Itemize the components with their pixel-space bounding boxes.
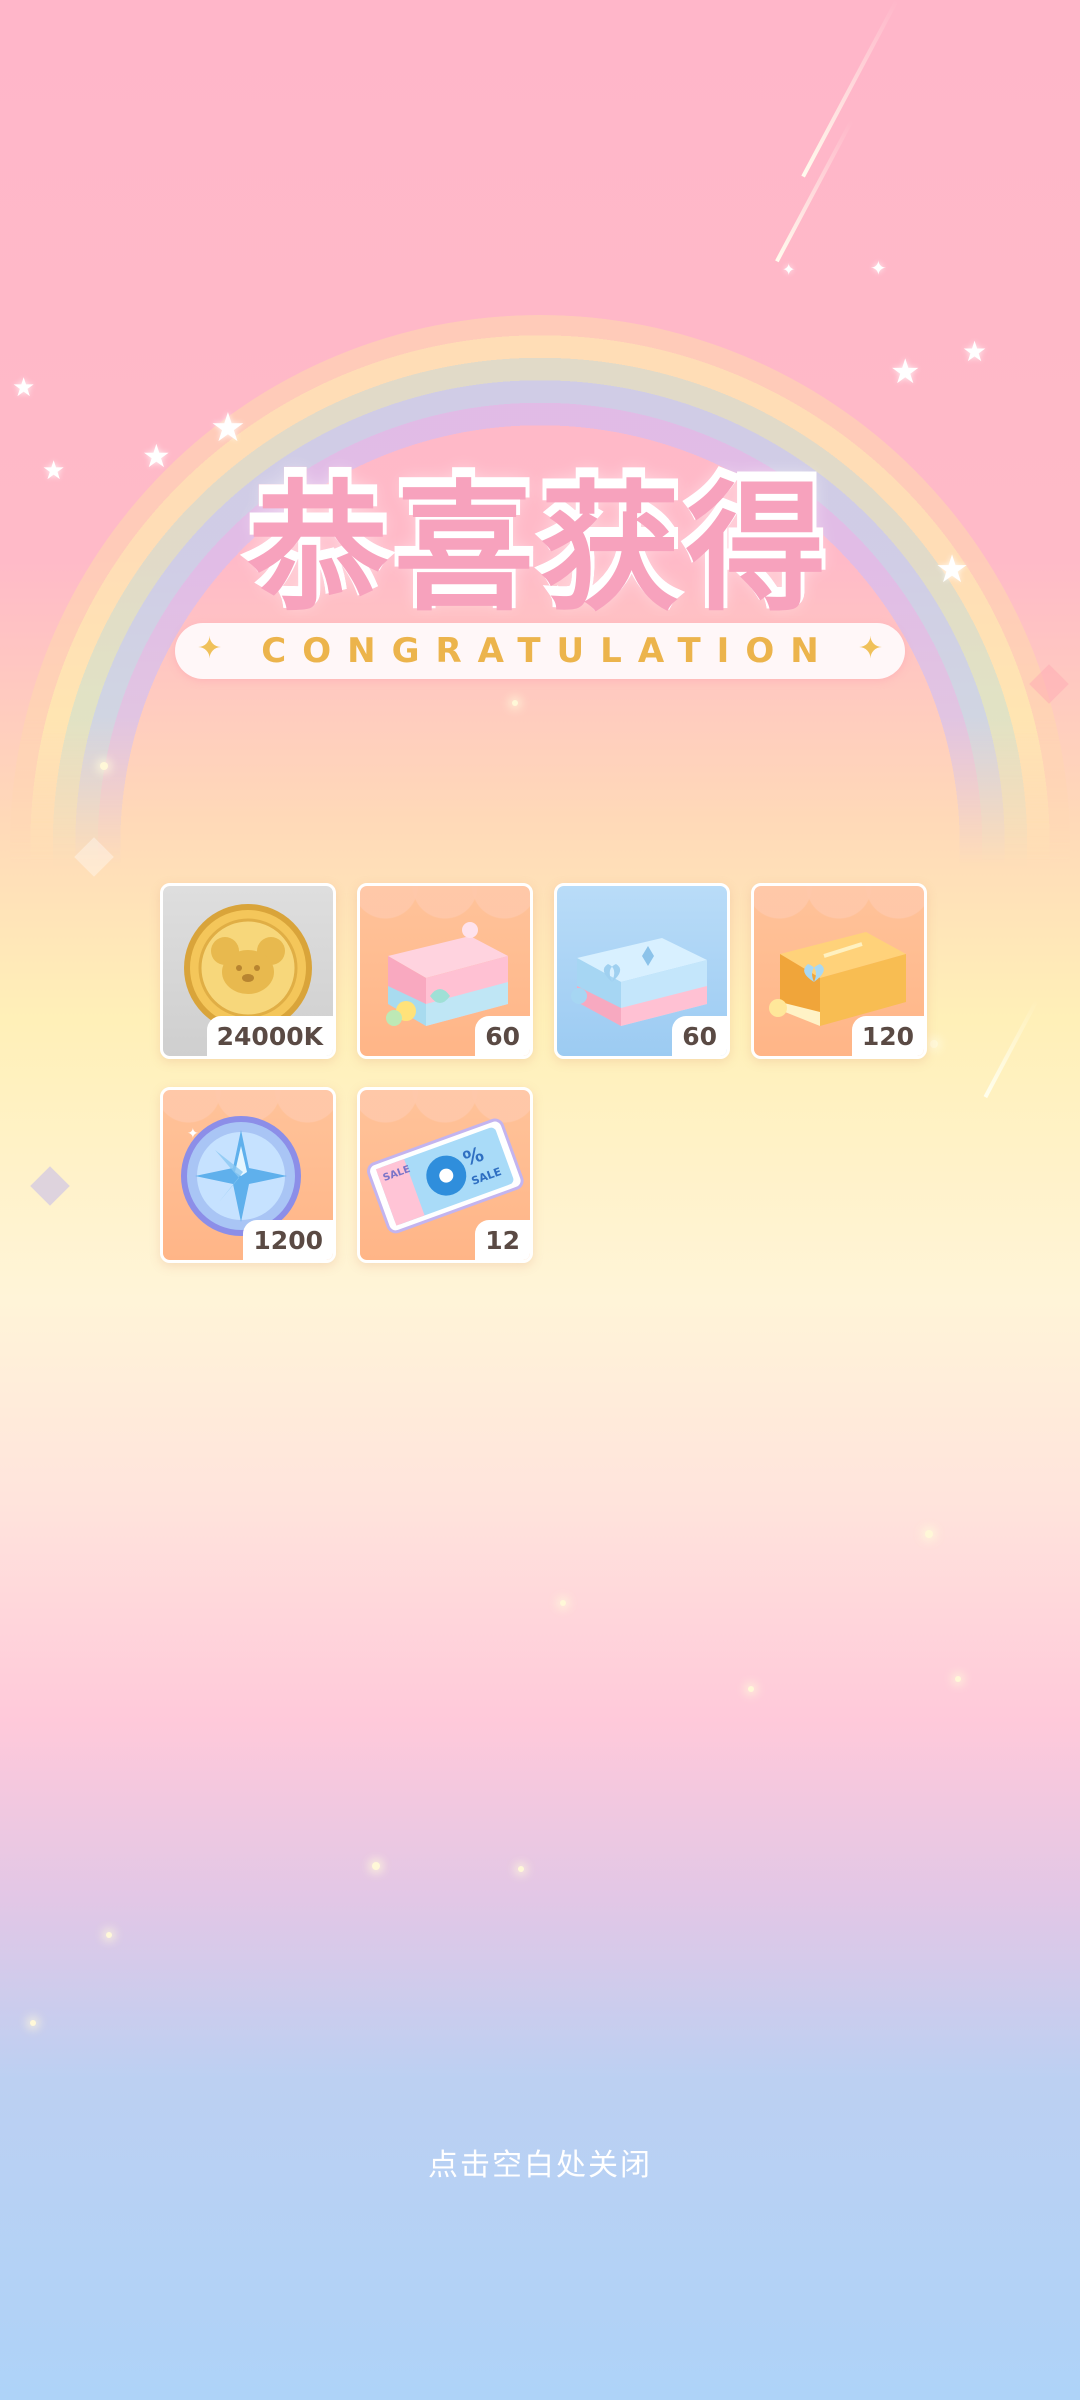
sparkle-dot (748, 1686, 754, 1692)
sparkle-dot (512, 700, 518, 706)
star-icon: ★ (890, 352, 921, 392)
sparkle-dot (100, 762, 108, 770)
star-icon: ✦ (782, 260, 796, 279)
reward-quantity: 60 (672, 1016, 727, 1056)
sparkle-dot (30, 2020, 36, 2026)
reward-quantity: 24000K (206, 1016, 333, 1056)
reward-quantity: 12 (475, 1220, 530, 1260)
reward-quantity: 120 (851, 1016, 924, 1056)
reward-quantity: 60 (475, 1016, 530, 1056)
reward-item-orange-gift-box[interactable]: 120 (751, 883, 927, 1059)
shooting-star-streak (775, 119, 854, 263)
star-icon: ★ (962, 335, 988, 368)
sparkle-dot (106, 1932, 112, 1938)
congrats-title-text: 恭喜获得 (244, 458, 832, 629)
congrats-title: 恭喜获得 (0, 430, 1080, 632)
reward-item-koala-coin[interactable]: 24000K (160, 883, 336, 1059)
sparkle-dot (518, 1866, 524, 1872)
diamond-sparkle (30, 1166, 70, 1206)
reward-item-sale-ticket[interactable]: % SALE SALE 12 (357, 1087, 533, 1263)
svg-text:✦: ✦ (187, 1126, 199, 1142)
sparkle-right-icon: ✦ (857, 631, 883, 666)
star-icon: ✦ (870, 256, 887, 280)
congratulation-text: CONGRATULATION (261, 631, 835, 671)
sparkle-left-icon: ✦ (197, 631, 223, 666)
reward-quantity: 1200 (243, 1220, 333, 1260)
congratulation-banner: ✦ CONGRATULATION ✦ (175, 623, 905, 679)
sparkle-dot (372, 1862, 380, 1870)
sparkle-dot (560, 1600, 566, 1606)
reward-item-star-compass-coin[interactable]: ✦ 1200 (160, 1087, 336, 1263)
sparkle-dot (955, 1676, 961, 1682)
tap-to-close-hint[interactable]: 点击空白处关闭 (0, 2140, 1080, 2184)
shooting-star-streak (801, 0, 899, 178)
star-icon: ★ (12, 373, 36, 403)
reward-item-pink-gift-box[interactable]: 60 (357, 883, 533, 1059)
sparkle-dot (930, 1040, 938, 1048)
reward-item-blue-gift-box[interactable]: 60 (554, 883, 730, 1059)
sparkle-dot (925, 1530, 933, 1538)
